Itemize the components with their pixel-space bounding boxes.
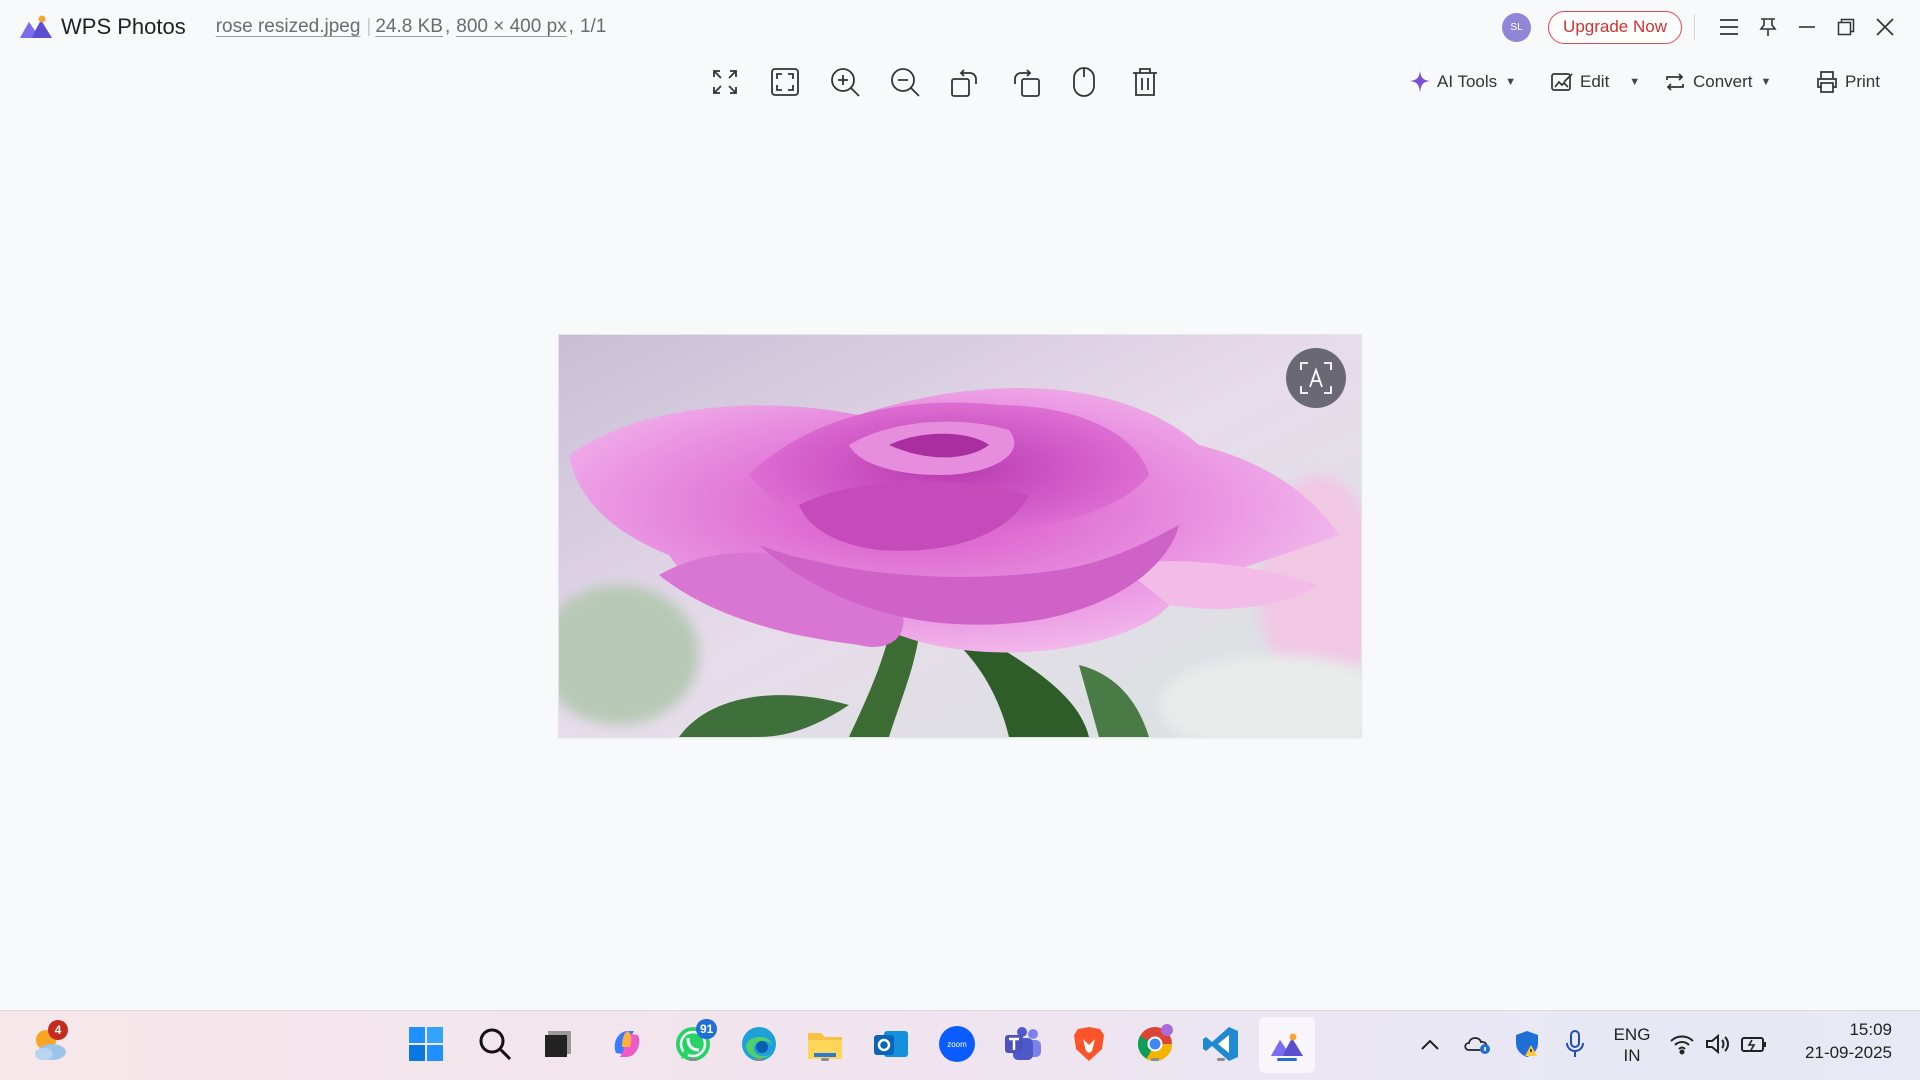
meta-divider: | — [366, 16, 372, 37]
ai-tools-button[interactable]: AI Tools ▼ — [1409, 62, 1516, 102]
meta-comma: , — [444, 16, 451, 37]
avatar[interactable]: SL — [1502, 12, 1532, 42]
explorer-running-indicator — [821, 1058, 829, 1061]
copilot-icon[interactable] — [605, 1022, 649, 1066]
wifi-icon[interactable] — [1667, 1022, 1697, 1066]
microphone-icon[interactable] — [1553, 1022, 1597, 1066]
brave-browser-icon[interactable] — [1067, 1022, 1111, 1066]
zoom-icon[interactable]: zoom — [935, 1022, 979, 1066]
ai-tools-label: AI Tools — [1437, 72, 1498, 91]
rotate-left-icon[interactable] — [945, 62, 985, 102]
minimize-icon[interactable] — [1787, 7, 1826, 47]
chrome-running-indicator — [1151, 1058, 1159, 1061]
edit-button[interactable]: Edit ▼ — [1550, 62, 1640, 102]
chevron-down-icon: ▼ — [1505, 76, 1517, 88]
close-icon[interactable] — [1865, 7, 1904, 47]
onedrive-icon[interactable] — [1456, 1022, 1500, 1066]
ocr-icon — [1300, 362, 1332, 394]
file-size-link[interactable]: 24.8 KB — [375, 16, 443, 38]
print-label: Print — [1845, 72, 1880, 91]
fullscreen-icon[interactable] — [705, 62, 745, 102]
zoom-in-icon[interactable] — [825, 62, 865, 102]
wps-photos-logo-icon — [17, 12, 55, 42]
windows-security-icon[interactable] — [1505, 1022, 1549, 1066]
file-dimensions-link[interactable]: 800 × 400 px — [456, 16, 566, 38]
convert-button[interactable]: Convert ▼ — [1663, 62, 1771, 102]
title-bar-controls: SL Upgrade Now — [1502, 0, 1920, 54]
edit-image-icon — [1551, 73, 1573, 91]
sparkle-icon — [1410, 71, 1430, 93]
meta-comma: , — [568, 16, 574, 37]
file-info: rose resized.jpeg | 24.8 KB , 800 × 400 … — [216, 16, 607, 38]
app-title: WPS Photos — [61, 14, 186, 39]
weather-notification-badge: 4 — [48, 1020, 68, 1040]
page-index: 1/1 — [579, 16, 607, 37]
chevron-down-icon: ▼ — [1629, 76, 1641, 88]
file-name-link[interactable]: rose resized.jpeg — [216, 16, 361, 38]
task-view-icon[interactable] — [536, 1022, 580, 1066]
convert-label: Convert — [1693, 72, 1753, 91]
title-bar: WPS Photos rose resized.jpeg | 24.8 KB ,… — [0, 0, 1920, 54]
image-toolbar: AI Tools ▼ Edit ▼ Convert ▼ Print — [0, 56, 1920, 108]
mouse-mode-icon[interactable] — [1064, 62, 1104, 102]
search-icon[interactable] — [473, 1022, 517, 1066]
title-divider — [1694, 14, 1695, 40]
clock-date: 21-09-2025 — [1805, 1043, 1892, 1062]
printer-icon — [1817, 71, 1837, 93]
teams-icon[interactable] — [1001, 1022, 1045, 1066]
wps-running-indicator — [1277, 1058, 1297, 1061]
outlook-icon[interactable] — [869, 1022, 913, 1066]
vscode-running-indicator — [1217, 1058, 1225, 1061]
volume-icon[interactable] — [1703, 1022, 1733, 1066]
clock[interactable]: 15:09 21-09-2025 — [1805, 1018, 1892, 1064]
language-code: ENG — [1613, 1025, 1651, 1044]
print-button[interactable]: Print — [1815, 62, 1880, 102]
whatsapp-notification-badge: 91 — [696, 1019, 718, 1039]
clock-time: 15:09 — [1849, 1020, 1892, 1039]
battery-icon[interactable] — [1739, 1022, 1769, 1066]
whatsapp-running-indicator — [689, 1058, 697, 1061]
photo-canvas[interactable] — [559, 335, 1361, 737]
zoom-out-icon[interactable] — [885, 62, 925, 102]
restore-icon[interactable] — [1826, 7, 1865, 47]
pin-icon[interactable] — [1748, 7, 1787, 47]
wps-photos-taskbar-icon[interactable] — [1259, 1017, 1315, 1073]
ocr-text-recognition-button[interactable] — [1286, 348, 1346, 408]
delete-icon[interactable] — [1125, 62, 1165, 102]
show-hidden-icons-chevron-up-icon[interactable] — [1408, 1022, 1452, 1066]
chevron-down-icon: ▼ — [1760, 76, 1772, 88]
rotate-right-icon[interactable] — [1006, 62, 1046, 102]
windows-start-icon[interactable] — [404, 1022, 448, 1066]
language-indicator[interactable]: ENG IN — [1607, 1024, 1657, 1066]
edge-running-indicator — [755, 1058, 763, 1061]
upgrade-now-button[interactable]: Upgrade Now — [1548, 10, 1682, 44]
menu-icon[interactable] — [1709, 7, 1748, 47]
zoom-icon-text: zoom — [947, 1040, 967, 1049]
edit-label: Edit — [1580, 72, 1610, 91]
rose-photo — [559, 335, 1361, 737]
convert-icon — [1666, 73, 1684, 91]
fit-to-window-icon[interactable] — [765, 62, 805, 102]
region-code: IN — [1623, 1046, 1641, 1065]
